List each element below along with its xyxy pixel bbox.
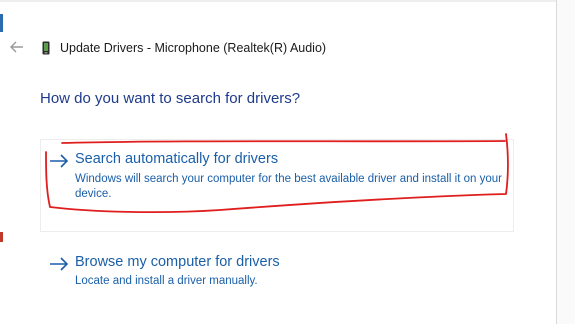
option-title: Search automatically for drivers	[75, 151, 279, 167]
device-icon	[41, 41, 51, 56]
search-automatically-option[interactable]: Search automatically for drivers Windows…	[40, 139, 514, 232]
background-window-edge-red	[0, 232, 3, 242]
right-scroll-edge	[556, 0, 575, 324]
window-top-edge	[0, 0, 557, 2]
right-arrow-icon	[49, 154, 69, 168]
browse-computer-option[interactable]: Browse my computer for drivers Locate an…	[40, 240, 514, 298]
page-heading: How do you want to search for drivers?	[40, 90, 301, 107]
window-title: Update Drivers - Microphone (Realtek(R) …	[60, 41, 327, 55]
option-title: Browse my computer for drivers	[75, 254, 280, 270]
right-arrow-icon	[49, 257, 69, 271]
option-description: Locate and install a driver manually.	[75, 275, 258, 287]
update-drivers-dialog: Update Drivers - Microphone (Realtek(R) …	[0, 0, 575, 324]
option-description: Windows will search your computer for th…	[75, 173, 502, 200]
back-arrow-icon[interactable]	[8, 38, 26, 56]
background-window-edge	[0, 14, 3, 32]
